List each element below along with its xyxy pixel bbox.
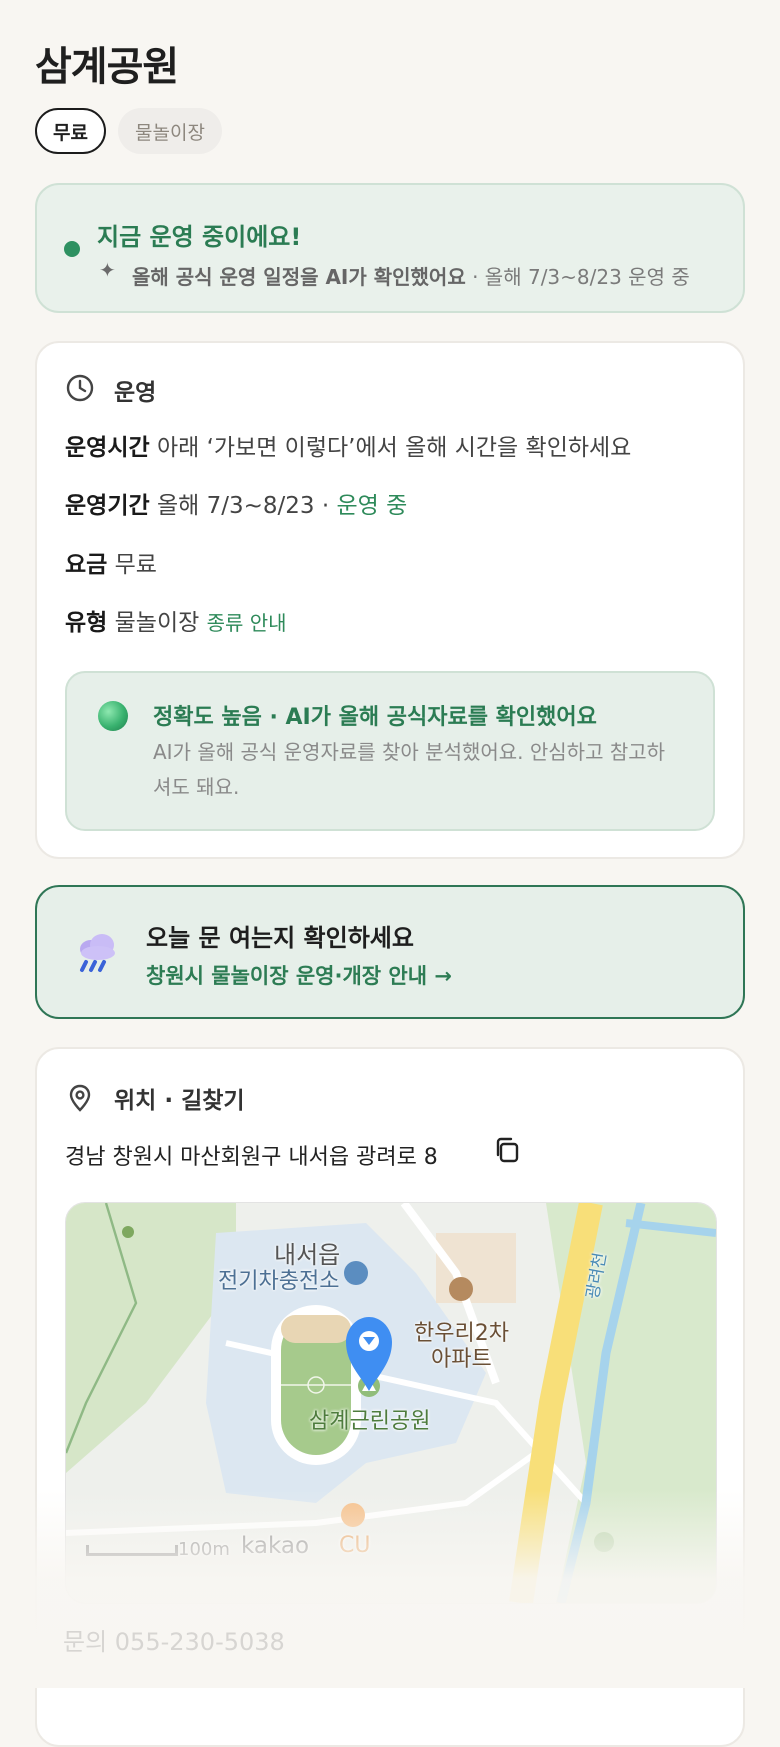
status-dot-icon — [64, 241, 80, 257]
tag-water-play[interactable]: 물놀이장 — [118, 108, 222, 154]
type-row: 유형 물놀이장 종류 안내 — [65, 603, 287, 637]
hours-label: 운영시간 — [65, 435, 150, 461]
map-scale-label: 100m — [178, 1539, 230, 1560]
operation-card: 운영 운영시간 아래 ‘가보면 이렇다’에서 올해 시간을 확인하세요 운영기간… — [35, 341, 745, 859]
map-provider-logo: kakao — [241, 1533, 310, 1559]
map-label-ev-charger[interactable]: 전기차충전소 — [218, 1263, 339, 1295]
map-scale-bar — [86, 1545, 178, 1556]
hours-row: 운영시간 아래 ‘가보면 이렇다’에서 올해 시간을 확인하세요 — [65, 428, 631, 462]
period-value: 올해 7/3~8/23 · — [156, 493, 337, 519]
sparkle-icon: ✦ — [99, 258, 116, 282]
hours-value: 아래 ‘가보면 이렇다’에서 올해 시간을 확인하세요 — [156, 435, 632, 461]
location-section-title: 위치 · 길찾기 — [114, 1088, 245, 1114]
fee-label: 요금 — [65, 552, 108, 578]
copy-icon[interactable] — [492, 1135, 522, 1165]
page: 삼계공원 무료 물놀이장 지금 운영 중이에요! ✦ 올해 공식 운영 일정을 … — [0, 0, 780, 1747]
accuracy-title: 정확도 높음 · AI가 올해 공식자료를 확인했어요 — [153, 705, 597, 730]
status-card: 지금 운영 중이에요! ✦ 올해 공식 운영 일정을 AI가 확인했어요 · 올… — [35, 183, 745, 313]
accuracy-orb-icon — [98, 701, 128, 731]
period-label: 운영기간 — [65, 493, 150, 519]
check-open-card[interactable]: 오늘 문 여는지 확인하세요 창원시 물놀이장 운영·개장 안내 → — [35, 885, 745, 1019]
location-pin-icon — [69, 1084, 91, 1112]
period-row: 운영기간 올해 7/3~8/23 · 운영 중 — [65, 486, 407, 520]
map-label-apartment-2[interactable]: 아파트 — [431, 1341, 492, 1373]
operation-section-title: 운영 — [114, 380, 157, 406]
check-open-link[interactable]: 창원시 물놀이장 운영·개장 안내 → — [146, 960, 452, 990]
check-open-title: 오늘 문 여는지 확인하세요 — [146, 924, 414, 952]
accuracy-box: 정확도 높음 · AI가 올해 공식자료를 확인했어요 AI가 올해 공식 운영… — [65, 671, 715, 831]
type-value: 물놀이장 — [114, 610, 200, 636]
type-label: 유형 — [65, 610, 108, 636]
address-text: 경남 창원시 마산회원구 내서읍 광려로 8 — [65, 1145, 438, 1170]
page-title: 삼계공원 — [35, 44, 179, 90]
type-guide-link[interactable]: 종류 안내 — [207, 611, 287, 635]
map-label-store[interactable]: CU — [339, 1533, 370, 1558]
status-period-note: · 올해 7/3~8/23 운영 중 — [465, 265, 690, 289]
rain-cloud-icon — [80, 934, 115, 972]
status-title: 지금 운영 중이에요! — [97, 223, 302, 251]
fee-value: 무료 — [114, 552, 157, 578]
clock-icon — [66, 374, 94, 402]
contact-phone[interactable]: 문의 055-230-5038 — [63, 1622, 285, 1657]
period-status: 운영 중 — [336, 493, 408, 519]
status-subtitle: 올해 공식 운영 일정을 AI가 확인했어요 · 올해 7/3~8/23 운영 … — [132, 261, 690, 290]
status-ai-note: 올해 공식 운영 일정을 AI가 확인했어요 — [132, 265, 466, 289]
map-view[interactable]: 내서읍 전기차충전소 한우리2차 아파트 삼계근린공원 광려천 CU 100m … — [65, 1202, 717, 1604]
map-label-park[interactable]: 삼계근린공원 — [309, 1403, 430, 1435]
fee-row: 요금 무료 — [65, 545, 157, 579]
accuracy-text: AI가 올해 공식 운영자료를 찾아 분석했어요. 안심하고 참고하셔도 돼요. — [153, 740, 666, 799]
tag-free[interactable]: 무료 — [35, 108, 106, 154]
